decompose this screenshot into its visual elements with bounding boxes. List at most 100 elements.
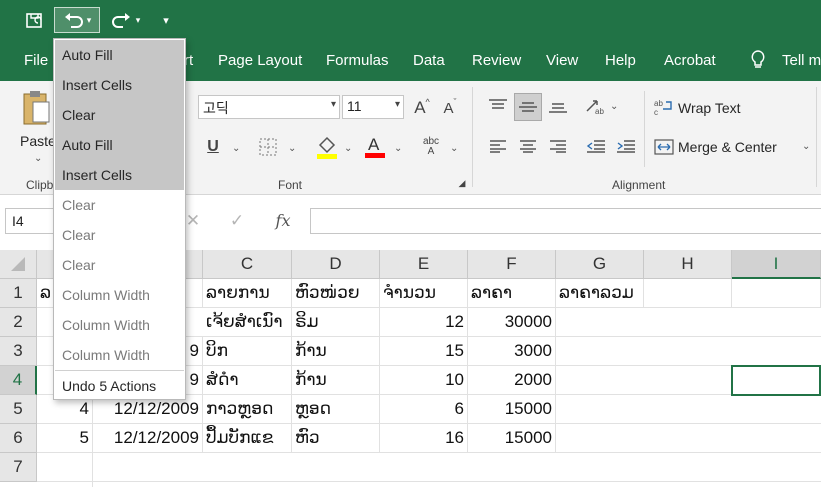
undo-menu-item[interactable]: Clear xyxy=(55,100,184,130)
cell-f1[interactable]: ລາຄາ xyxy=(468,279,556,308)
cell-e1[interactable]: ຈຳນວນ xyxy=(380,279,468,308)
cell-e6[interactable]: 16 xyxy=(380,424,468,453)
row-header-7[interactable]: 7 xyxy=(0,453,37,482)
cell-b6[interactable]: 12/12/2009 xyxy=(93,424,203,453)
orientation-chevron-icon[interactable]: ⌄ xyxy=(610,101,618,112)
font-dialog-launcher-icon[interactable]: ◢ xyxy=(456,177,468,189)
align-center-icon[interactable] xyxy=(516,135,540,157)
redo-dropdown-chevron-icon[interactable]: ▾ xyxy=(136,15,141,26)
orientation-icon[interactable]: ab xyxy=(584,95,606,117)
cell-e2[interactable]: 12 xyxy=(380,308,468,337)
paste-chevron-icon[interactable]: ⌄ xyxy=(34,153,42,164)
cell-c4[interactable]: ສໍດຳ xyxy=(203,366,292,395)
font-size-chevron-icon[interactable]: ▾ xyxy=(395,99,400,110)
merge-center-button[interactable]: Merge & Center xyxy=(678,139,777,155)
font-size-combo[interactable]: 11 ▾ xyxy=(342,95,404,119)
name-box[interactable]: I4 xyxy=(5,208,55,234)
cell-e5[interactable]: 6 xyxy=(380,395,468,424)
column-header-c[interactable]: C xyxy=(203,250,292,279)
cell-g1[interactable]: ລາຄາລວມ xyxy=(556,279,644,308)
align-right-icon[interactable] xyxy=(546,135,570,157)
cell-c1[interactable]: ລາຍການ xyxy=(203,279,292,308)
underline-button[interactable]: U xyxy=(204,135,222,159)
fill-color-chevron-icon[interactable]: ⌄ xyxy=(344,143,352,154)
cell-c5[interactable]: ກາວຫຼອດ xyxy=(203,395,292,424)
column-header-d[interactable]: D xyxy=(292,250,380,279)
cell-c3[interactable]: ບິກ xyxy=(203,337,292,366)
phonetic-icon[interactable]: abc A xyxy=(420,135,442,159)
wrap-text-icon[interactable]: ab c xyxy=(654,97,674,117)
select-all-corner[interactable] xyxy=(0,250,37,279)
cell-a6[interactable]: 5 xyxy=(37,424,93,453)
cell-d2[interactable]: ຣິມ xyxy=(292,308,380,337)
row-header-2[interactable]: 2 xyxy=(0,308,37,337)
cell-d1[interactable]: ຫົວໜ່ວຍ xyxy=(292,279,380,308)
cancel-icon[interactable]: ✕ xyxy=(184,211,202,230)
align-left-icon[interactable] xyxy=(486,135,510,157)
tab-formulas[interactable]: Formulas xyxy=(326,52,389,69)
wrap-text-button[interactable]: Wrap Text xyxy=(678,100,741,116)
lightbulb-icon[interactable] xyxy=(748,50,768,70)
paste-label[interactable]: Paste xyxy=(20,133,56,149)
tab-help[interactable]: Help xyxy=(605,52,636,69)
undo-menu-item[interactable]: Auto Fill xyxy=(55,130,184,160)
undo-menu-item[interactable]: Column Width xyxy=(55,280,184,310)
cell-e4[interactable]: 10 xyxy=(380,366,468,395)
tab-view[interactable]: View xyxy=(546,52,578,69)
font-color-chevron-icon[interactable]: ⌄ xyxy=(394,143,402,154)
align-middle-icon[interactable] xyxy=(514,93,542,121)
undo-menu-item[interactable]: Column Width xyxy=(55,310,184,340)
borders-chevron-icon[interactable]: ⌄ xyxy=(288,143,296,154)
undo-menu-item[interactable]: Insert Cells xyxy=(55,160,184,190)
undo-menu-item[interactable]: Clear xyxy=(55,250,184,280)
cell-e3[interactable]: 15 xyxy=(380,337,468,366)
cell-d4[interactable]: ກ້ານ xyxy=(292,366,380,395)
undo-button[interactable]: ▾ xyxy=(54,7,100,33)
cell-h1[interactable] xyxy=(644,279,732,308)
increase-indent-icon[interactable] xyxy=(614,135,638,157)
cell-c2[interactable]: ເຈ້ຍສຳເນົາ xyxy=(203,308,292,337)
cell-c6[interactable]: ປຶ້ມບັກແຂ xyxy=(203,424,292,453)
row-header-4[interactable]: 4 xyxy=(0,366,37,395)
tab-data[interactable]: Data xyxy=(413,52,445,69)
cell-d5[interactable]: ຫຼອດ xyxy=(292,395,380,424)
grow-font-icon[interactable]: A ^ xyxy=(412,97,432,119)
tab-acrobat[interactable]: Acrobat xyxy=(664,52,716,69)
row-header-1[interactable]: 1 xyxy=(0,279,37,308)
tab-file[interactable]: File xyxy=(24,52,48,69)
undo-dropdown-chevron-icon[interactable]: ▾ xyxy=(87,15,92,26)
decrease-indent-icon[interactable] xyxy=(584,135,608,157)
undo-menu-item[interactable]: Clear xyxy=(55,190,184,220)
enter-icon[interactable]: ✓ xyxy=(228,211,246,230)
cell-f6[interactable]: 15000 xyxy=(468,424,556,453)
cell-d3[interactable]: ກ້ານ xyxy=(292,337,380,366)
borders-icon[interactable] xyxy=(258,137,278,157)
font-color-icon[interactable]: A xyxy=(364,133,386,159)
underline-chevron-icon[interactable]: ⌄ xyxy=(232,143,240,154)
cell-f2[interactable]: 30000 xyxy=(468,308,556,337)
formula-input[interactable] xyxy=(310,208,821,234)
column-header-f[interactable]: F xyxy=(468,250,556,279)
undo-menu-item[interactable]: Insert Cells xyxy=(55,70,184,100)
tell-me-search[interactable]: Tell m xyxy=(782,52,821,69)
autosave-icon[interactable] xyxy=(22,7,48,33)
merge-center-icon[interactable] xyxy=(654,137,674,157)
column-header-i[interactable]: I xyxy=(732,250,821,279)
row-header-6[interactable]: 6 xyxy=(0,424,37,453)
paste-icon[interactable] xyxy=(20,89,52,129)
redo-button[interactable]: ▾ xyxy=(106,7,146,33)
row-header-3[interactable]: 3 xyxy=(0,337,37,366)
undo-menu-item[interactable]: Clear xyxy=(55,220,184,250)
merge-center-chevron-icon[interactable]: ⌄ xyxy=(802,141,810,152)
font-name-combo[interactable]: 고딕 ▾ xyxy=(198,95,340,119)
cell-d6[interactable]: ຫົວ xyxy=(292,424,380,453)
customize-qat-icon[interactable]: ▾ xyxy=(156,7,176,33)
cell-f3[interactable]: 3000 xyxy=(468,337,556,366)
shrink-font-icon[interactable]: Aˇ xyxy=(440,97,460,119)
cell-i1[interactable] xyxy=(732,279,821,308)
column-header-g[interactable]: G xyxy=(556,250,644,279)
align-bottom-icon[interactable] xyxy=(546,95,570,117)
fill-color-icon[interactable] xyxy=(316,135,338,159)
tab-page-layout[interactable]: Page Layout xyxy=(218,52,302,69)
undo-menu-item[interactable]: Auto Fill xyxy=(55,40,184,70)
